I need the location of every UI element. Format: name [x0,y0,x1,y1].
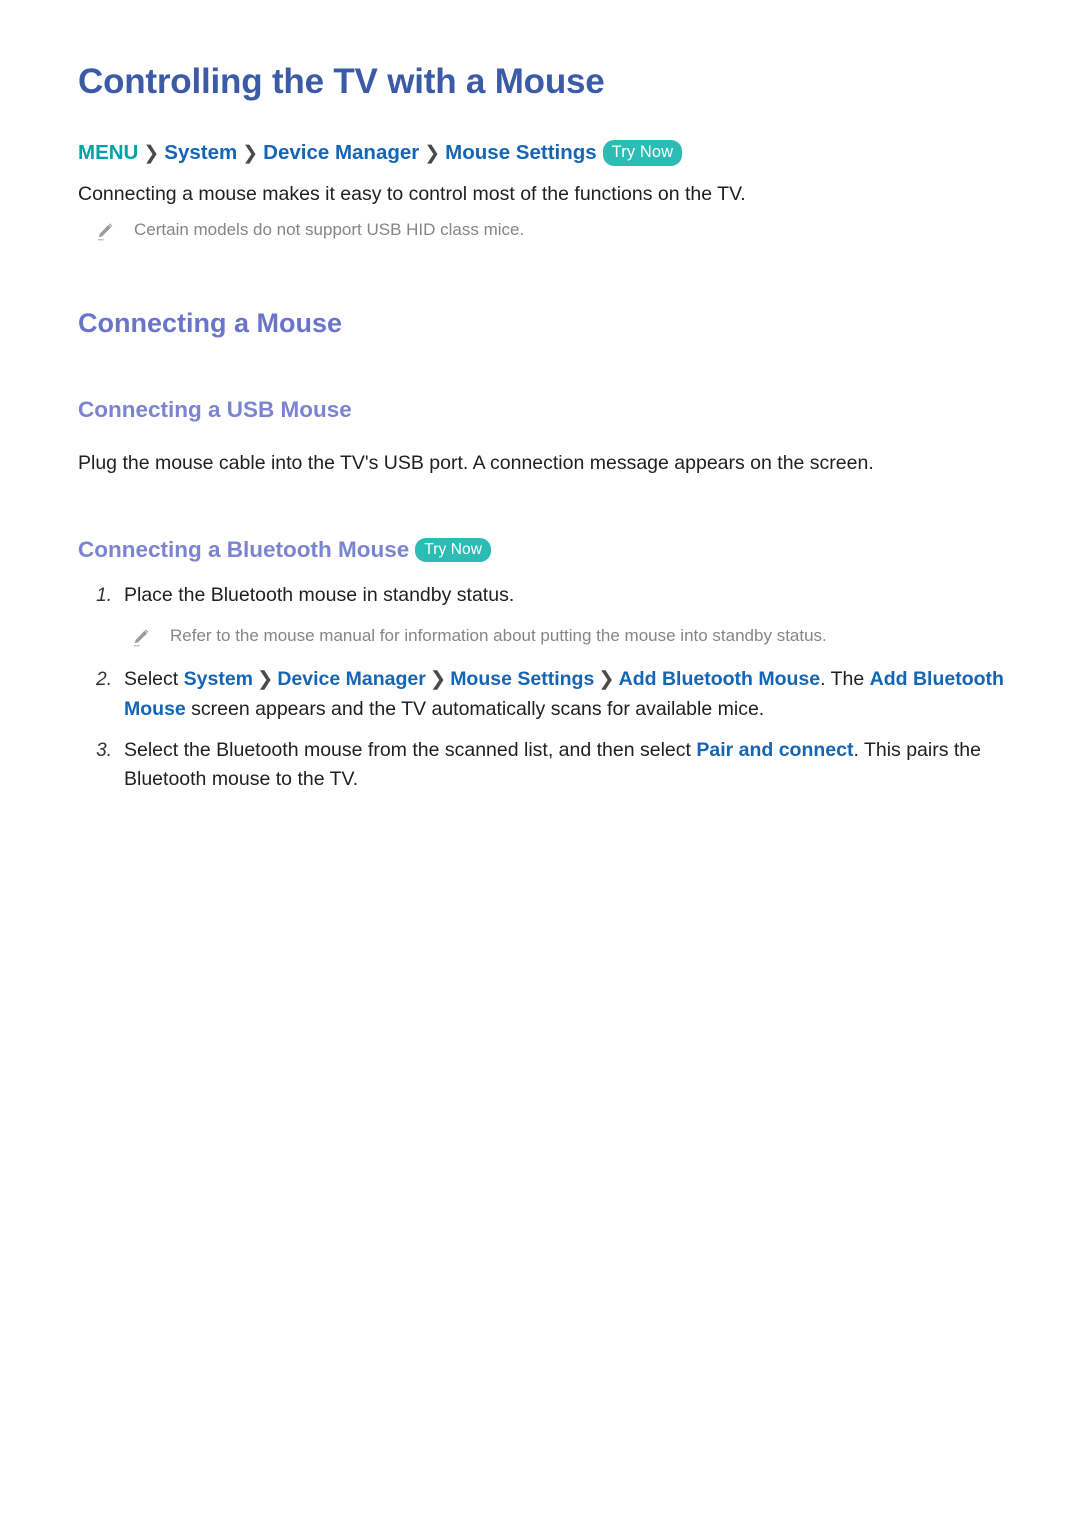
link-system[interactable]: System [184,668,253,690]
breadcrumb-menu[interactable]: MENU [78,141,138,164]
bluetooth-steps-list: 1. Place the Bluetooth mouse in standby … [78,581,1010,795]
step-text: Select System ❯ Device Manager ❯ Mouse Setti… [124,665,1004,724]
usb-paragraph: Plug the mouse cable into the TV's USB p… [78,451,874,474]
note-row: Certain models do not support USB HID cl… [78,218,1010,243]
note-text: Refer to the mouse manual for informatio… [170,626,827,646]
subsection-heading-bluetooth-mouse-label: Connecting a Bluetooth Mouse [78,536,410,562]
list-item: 3. Select the Bluetooth mouse from the s… [78,736,1010,795]
step3-lead: Select the Bluetooth mouse from the scan… [124,738,697,761]
breadcrumb-item-system[interactable]: System [164,141,237,164]
list-item: 1. Place the Bluetooth mouse in standby … [78,581,1010,611]
link-device-manager[interactable]: Device Manager [277,668,426,690]
arrow-icon: ❯ [598,668,615,691]
breadcrumb-separator-icon: ❯ [424,143,441,165]
step2-mid: . The [820,668,870,691]
page-title: Controlling the TV with a Mouse [78,62,605,101]
note-row: Refer to the mouse manual for informatio… [78,624,1010,649]
try-now-badge[interactable]: Try Now [415,537,492,563]
intro-paragraph: Connecting a mouse makes it easy to cont… [78,183,746,206]
breadcrumb: MENU ❯ System ❯ Device Manager ❯ Mouse Setting… [78,140,1010,166]
breadcrumb-separator-icon: ❯ [242,143,259,165]
step-text: Place the Bluetooth mouse in standby sta… [124,583,515,606]
note-text: Certain models do not support USB HID cl… [134,220,525,240]
link-add-bluetooth-mouse[interactable]: Add Bluetooth Mouse [619,668,820,690]
arrow-icon: ❯ [257,668,274,691]
pencil-icon [94,221,116,243]
breadcrumb-item-device-manager[interactable]: Device Manager [263,141,419,164]
step2-tail: screen appears and the TV automatically … [185,697,765,720]
step-number: 3. [96,739,112,761]
try-now-badge[interactable]: Try Now [602,140,683,166]
subsection-heading-bluetooth-mouse: Connecting a Bluetooth Mouse Try Now [78,536,1010,563]
step-text: Select the Bluetooth mouse from the scan… [124,736,1004,795]
step-number: 2. [96,669,112,691]
arrow-icon: ❯ [429,668,447,691]
step2-lead: Select [124,668,184,691]
pencil-icon [130,627,152,649]
breadcrumb-item-mouse-settings[interactable]: Mouse Settings [445,141,597,164]
list-item: 2. Select System ❯ Device Manager ❯ Mouse Se… [78,665,1010,724]
breadcrumb-separator-icon: ❯ [143,143,160,165]
link-pair-and-connect[interactable]: Pair and connect [696,739,853,761]
subsection-heading-usb-mouse: Connecting a USB Mouse [78,396,352,422]
document-page: Controlling the TV with a Mouse MENU ❯ Sys… [0,0,1080,1527]
section-heading-connecting-a-mouse: Connecting a Mouse [78,308,343,339]
link-mouse-settings[interactable]: Mouse Settings [450,668,594,690]
step-number: 1. [96,584,112,606]
